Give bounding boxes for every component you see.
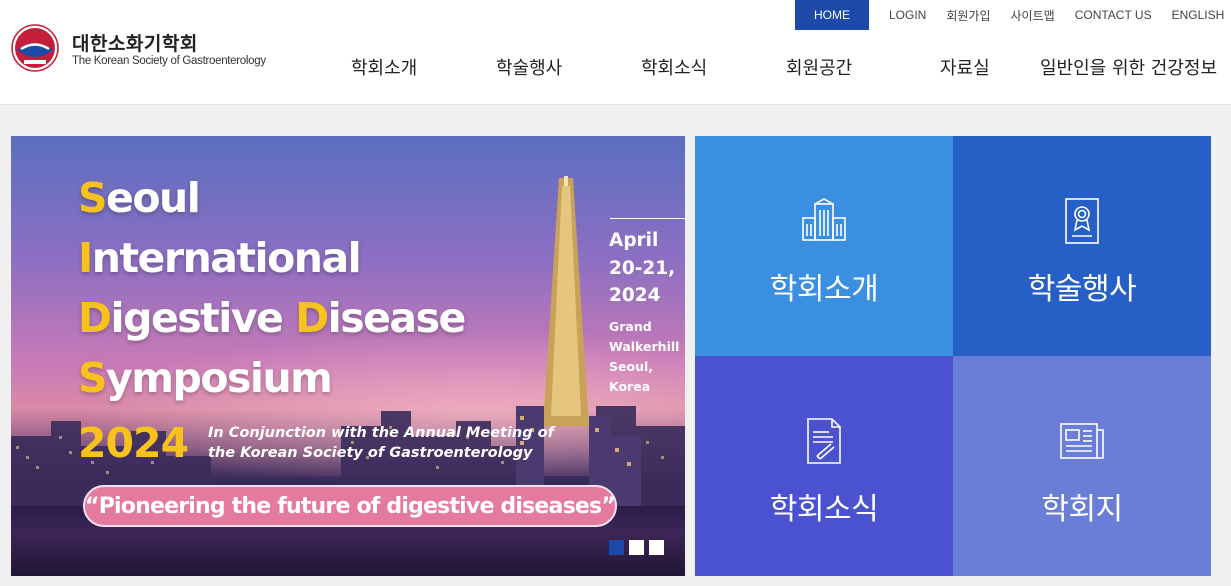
date-divider <box>610 218 685 219</box>
nav-events[interactable]: 학술행사 <box>496 54 562 80</box>
english-link[interactable]: ENGLISH <box>1162 8 1231 22</box>
banner-venue: Grand Walkerhill Seoul, Korea <box>609 317 679 397</box>
nav-public-health[interactable]: 일반인을 위한 건강정보 <box>1040 54 1217 80</box>
tile-events[interactable]: 학술행사 <box>953 136 1211 356</box>
date-line-3: 2024 <box>609 285 661 306</box>
certificate-icon <box>1065 198 1099 244</box>
document-pen-icon <box>807 418 841 464</box>
slide-dot-1[interactable] <box>609 540 624 555</box>
banner-title-line-2: International <box>78 234 362 282</box>
venue-line-4: Korea <box>609 379 651 394</box>
venue-line-1: Grand <box>609 319 652 334</box>
tile-events-label: 학술행사 <box>1027 272 1137 307</box>
banner-year: 2024 <box>78 419 189 467</box>
nav-news[interactable]: 학회소식 <box>641 54 707 80</box>
contact-link[interactable]: CONTACT US <box>1065 8 1162 22</box>
slide-indicators <box>609 540 664 555</box>
banner-date: April 20-21, 2024 <box>609 227 675 310</box>
tile-news-label: 학회소식 <box>769 492 879 527</box>
utility-nav: HOME LOGIN 회원가입 사이트맵 CONTACT US ENGLISH <box>795 0 1231 30</box>
tile-news[interactable]: 학회소식 <box>695 356 953 576</box>
signup-link[interactable]: 회원가입 <box>936 7 1000 24</box>
venue-line-2: Walkerhill <box>609 339 680 354</box>
building-icon <box>802 198 846 241</box>
date-line-2: 20-21, <box>609 257 676 279</box>
nav-members[interactable]: 회원공간 <box>786 54 852 80</box>
logo-korean-name: 대한소화기학회 <box>72 33 198 55</box>
site-header: 대한소화기학회 The Korean Society of Gastroente… <box>0 0 1231 105</box>
main-nav: 학회소개 학술행사 학회소식 회원공간 자료실 일반인을 위한 건강정보 <box>0 54 1231 86</box>
newspaper-icon <box>1060 423 1104 459</box>
tagline-text: “Pioneering the future of digestive dise… <box>85 493 616 519</box>
slide-dot-2[interactable] <box>629 540 644 555</box>
banner-title-line-3: Digestive Disease <box>78 294 466 342</box>
conjunction-line-2: the Korean Society of Gastroenterology <box>208 445 533 461</box>
tile-journal-label: 학회지 <box>1041 492 1123 527</box>
banner-title-line-1: Seoul <box>78 174 201 222</box>
slide-dot-3[interactable] <box>649 540 664 555</box>
login-link[interactable]: LOGIN <box>879 8 936 22</box>
tile-about-label: 학회소개 <box>769 272 879 307</box>
venue-line-3: Seoul, <box>609 359 654 374</box>
banner-tagline: “Pioneering the future of digestive dise… <box>83 485 617 527</box>
banner-conjunction: In Conjunction with the Annual Meeting o… <box>208 423 554 463</box>
sitemap-link[interactable]: 사이트맵 <box>1001 7 1065 24</box>
hero-banner[interactable]: Seoul International Digestive Disease Sy… <box>11 136 685 576</box>
nav-library[interactable]: 자료실 <box>940 54 990 80</box>
conjunction-line-1: In Conjunction with the Annual Meeting o… <box>208 425 554 441</box>
banner-title-line-4: Symposium <box>78 354 333 402</box>
home-link[interactable]: HOME <box>795 0 869 30</box>
tile-about[interactable]: 학회소개 <box>695 136 953 356</box>
nav-about[interactable]: 학회소개 <box>351 54 417 80</box>
date-line-1: April <box>609 230 659 251</box>
tile-journal[interactable]: 학회지 <box>953 356 1211 576</box>
